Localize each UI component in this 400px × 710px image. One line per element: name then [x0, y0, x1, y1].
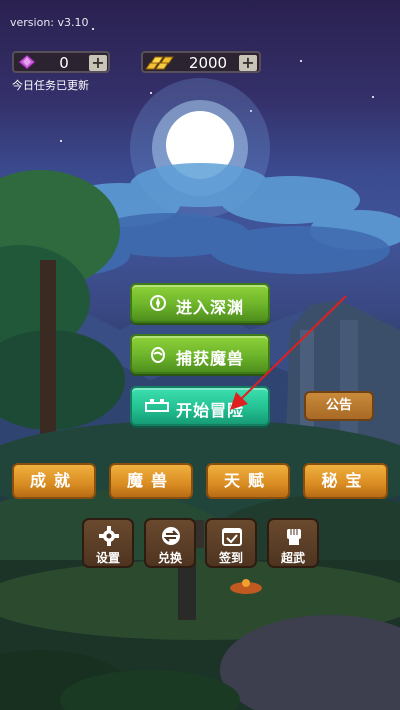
capture-egg-icon	[151, 347, 165, 363]
gold-currency-bar: 2000 +	[141, 51, 261, 73]
gem-currency-bar: 0 +	[12, 51, 110, 73]
gem-count: 0	[59, 54, 69, 72]
fist-icon	[287, 529, 301, 545]
super-weapon-button[interactable]: 超武	[267, 518, 319, 568]
gold-bars-icon	[145, 56, 174, 70]
exchange-button[interactable]: 兑换	[144, 518, 196, 568]
settings-button[interactable]: 设置	[82, 518, 134, 568]
check-in-button[interactable]: 签到	[205, 518, 257, 568]
tab-talents[interactable]: 天赋	[206, 463, 290, 499]
tab-achievements[interactable]: 成就	[12, 463, 96, 499]
check-in-label: 签到	[218, 551, 243, 565]
gem-icon	[18, 54, 36, 70]
settings-label: 设置	[95, 551, 120, 565]
tab-treasures[interactable]: 秘宝	[303, 463, 388, 499]
notice-button[interactable]: 公告	[304, 391, 374, 421]
game-main-menu: version: v3.10 0 + 2000 + 今日任务已更新 进入深渊 捕…	[0, 0, 400, 710]
add-gold-button[interactable]: +	[239, 55, 257, 71]
version-label: version: v3.10	[10, 16, 89, 29]
gold-count: 2000	[188, 54, 228, 72]
adventure-icon	[145, 399, 169, 412]
exchange-icon	[162, 527, 180, 545]
add-gems-button[interactable]: +	[89, 55, 107, 71]
abyss-portal-icon	[150, 295, 166, 311]
super-weapon-label: 超武	[280, 551, 305, 565]
tab-beasts[interactable]: 魔兽	[109, 463, 193, 499]
calendar-check-icon	[222, 528, 242, 546]
exchange-label: 兑换	[157, 551, 182, 565]
gear-icon	[99, 526, 119, 546]
daily-task-status: 今日任务已更新	[12, 79, 89, 92]
